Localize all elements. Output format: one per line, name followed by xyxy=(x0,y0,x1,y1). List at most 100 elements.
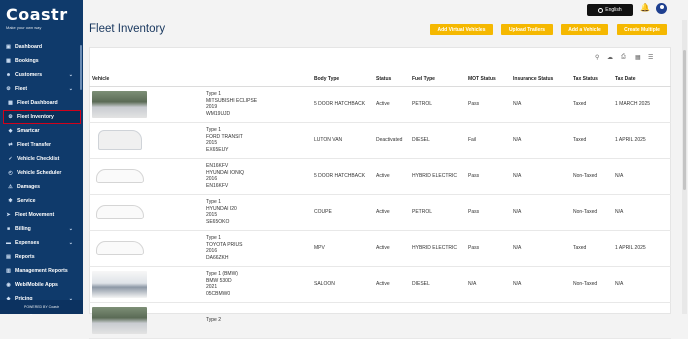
vehicle-detail-line: EX65EUY xyxy=(206,146,229,153)
scheduler-icon: ◴ xyxy=(8,170,13,176)
sidebar-item-customers[interactable]: ☻ Customers ⌄ xyxy=(0,68,83,82)
col-vehicle[interactable]: Vehicle xyxy=(89,72,203,87)
col-body-type[interactable]: Body Type xyxy=(311,72,373,87)
sidebar-item-web-mobile-apps[interactable]: ◉ Web/Mobile Apps xyxy=(0,278,83,292)
fuel-type-cell: PETROL xyxy=(409,194,465,231)
table-row[interactable]: Type 1 MITSUBISHI ECLIPSE 2019 WM19UJD 5 DOO… xyxy=(89,86,671,123)
download-icon[interactable]: ☁ xyxy=(607,54,613,61)
upload-trailers-button[interactable]: Upload Trailers xyxy=(501,24,553,35)
vehicle-details: EN16KFV HYUNDAI IONIQ 2016 EN16KFV xyxy=(203,158,311,195)
scrollbar-thumb[interactable] xyxy=(683,50,686,190)
sidebar-item-fleet-movement[interactable]: ➤ Fleet Movement xyxy=(0,208,83,222)
vehicle-image[interactable] xyxy=(92,270,147,298)
insurance-status-cell: N/A xyxy=(510,230,570,267)
sidebar-scrollbar[interactable] xyxy=(80,45,82,90)
table-row[interactable]: Type 1 HYUNDAI I20 2015 SE65OKO COUPE Active P… xyxy=(89,194,671,231)
status-cell: Active xyxy=(373,158,409,195)
insurance-status-cell: N/A xyxy=(510,86,570,123)
tax-status-cell: Taxed xyxy=(570,86,612,123)
col-status[interactable]: Status xyxy=(373,72,409,87)
page-title: Fleet Inventory xyxy=(89,23,166,35)
table-row[interactable]: Type 2 xyxy=(89,302,671,339)
sidebar-item-bookings[interactable]: ▦ Bookings xyxy=(0,54,83,68)
col-details xyxy=(203,72,311,87)
vehicle-image[interactable] xyxy=(92,198,147,226)
vehicle-details: Type 1 MITSUBISHI ECLIPSE 2019 WM19UJD xyxy=(203,86,311,123)
reports-icon: ▤ xyxy=(6,254,11,260)
sidebar-item-vehicle-scheduler[interactable]: ◴ Vehicle Scheduler xyxy=(0,166,83,180)
table-row[interactable]: EN16KFV HYUNDAI IONIQ 2016 EN16KFV 5 DOOR HA… xyxy=(89,158,671,195)
print-icon[interactable]: ⎙ xyxy=(621,54,626,61)
col-tax-status[interactable]: Tax Status xyxy=(570,72,612,87)
vehicle-image-cell xyxy=(89,158,203,195)
vehicle-image[interactable] xyxy=(92,126,147,154)
vehicle-image[interactable] xyxy=(92,162,147,190)
table-row[interactable]: Type 1 TOYOTA PRIUS 2016 DA66ZKH MPV Active HY… xyxy=(89,230,671,267)
search-icon[interactable]: ⚲ xyxy=(595,54,599,61)
page-scrollbar[interactable] xyxy=(682,20,687,314)
status-cell: Active xyxy=(373,86,409,123)
vehicle-detail-line: WM19UJD xyxy=(206,110,231,117)
sidebar-item-vehicle-checklist[interactable]: ✓ Vehicle Checklist xyxy=(0,152,83,166)
logo[interactable]: Coastr Make your own way xyxy=(0,0,83,38)
table-header-row: Vehicle Body Type Status Fuel Type MOT S… xyxy=(89,72,671,87)
sidebar-item-billing[interactable]: ■ Billing ⌄ xyxy=(0,222,83,236)
insurance-status-cell: N/A xyxy=(510,266,570,303)
vehicle-image-cell xyxy=(89,302,203,339)
table-body: Type 1 MITSUBISHI ECLIPSE 2019 WM19UJD 5 DOO… xyxy=(89,86,671,339)
vehicle-image-cell xyxy=(89,230,203,267)
sidebar-item-management-reports[interactable]: ▥ Management Reports xyxy=(0,264,83,278)
mot-status-cell: Pass xyxy=(465,230,510,267)
tax-status-cell: Taxed xyxy=(570,230,612,267)
vehicle-details: Type 1 FORD TRANSIT 2015 EX65EUY xyxy=(203,122,311,159)
add-virtual-vehicles-button[interactable]: Add Virtual Vehicles xyxy=(430,24,493,35)
vehicle-image[interactable] xyxy=(92,90,147,118)
columns-icon[interactable]: ▦ xyxy=(635,54,641,61)
checklist-icon: ✓ xyxy=(8,156,13,162)
filter-icon[interactable]: ☰ xyxy=(648,54,653,61)
col-mot-status[interactable]: MOT Status xyxy=(465,72,510,87)
calendar-icon: ▦ xyxy=(6,58,11,64)
sidebar-nav: ▣ Dashboard ▦ Bookings ☻ Customers ⌄ ⚙ Fleet ⌄ ▩ Fl… xyxy=(0,40,83,320)
tax-status-cell: Non-Taxed xyxy=(570,266,612,303)
add-vehicle-button[interactable]: Add a Vehicle xyxy=(561,24,608,35)
users-icon: ☻ xyxy=(5,72,12,78)
sidebar-item-service[interactable]: ✱ Service xyxy=(0,194,83,208)
sidebar-item-label: Management Reports xyxy=(15,268,68,274)
table-row[interactable]: Type 1 FORD TRANSIT 2015 EX65EUY LUTON VAN De… xyxy=(89,122,671,159)
sidebar-item-label: Bookings xyxy=(15,58,39,64)
chevron-down-icon: ⌄ xyxy=(68,226,73,232)
sidebar-item-damages[interactable]: ⚠ Damages xyxy=(0,180,83,194)
mot-status-cell: N/A xyxy=(465,266,510,303)
sidebar-item-smartcar[interactable]: ◆ Smartcar xyxy=(0,124,83,138)
col-tax-date[interactable]: Tax Date xyxy=(612,72,671,87)
create-multiple-button[interactable]: Create Multiple xyxy=(617,24,667,35)
sidebar-item-fleet-transfer[interactable]: ⇄ Fleet Transfer xyxy=(0,138,83,152)
vehicle-detail-line: Type 2 xyxy=(206,316,222,323)
sidebar-item-fleet-dashboard[interactable]: ▩ Fleet Dashboard xyxy=(0,96,83,110)
chevron-down-icon: ⌄ xyxy=(68,240,73,246)
user-avatar[interactable] xyxy=(656,3,667,14)
vehicle-details: Type 1 HYUNDAI I20 2015 SE65OKO xyxy=(203,194,311,231)
wrench-icon: ✱ xyxy=(8,198,13,204)
tax-date-cell: N/A xyxy=(612,194,671,231)
sidebar-item-reports[interactable]: ▤ Reports xyxy=(0,250,83,264)
vehicle-details: Type 1 TOYOTA PRIUS 2016 DA66ZKH xyxy=(203,230,311,267)
sidebar-item-label: Fleet Inventory xyxy=(17,114,54,120)
col-insurance-status[interactable]: Insurance Status xyxy=(510,72,570,87)
sidebar-item-fleet[interactable]: ⚙ Fleet ⌄ xyxy=(0,82,83,96)
tax-status-cell: Taxed xyxy=(570,122,612,159)
tax-status-cell: Non-Taxed xyxy=(570,194,612,231)
col-fuel-type[interactable]: Fuel Type xyxy=(409,72,465,87)
vehicle-image[interactable] xyxy=(92,234,147,262)
table-row[interactable]: Type 1 (BMW) BMW 530D 2021 05CBMW0 SALOON Act… xyxy=(89,266,671,303)
globe-icon xyxy=(598,7,604,13)
sidebar-item-fleet-inventory[interactable]: ⚙ Fleet Inventory xyxy=(3,110,81,124)
bell-icon[interactable]: 🔔 xyxy=(640,3,650,12)
insurance-status-cell: N/A xyxy=(510,158,570,195)
vehicle-image[interactable] xyxy=(92,306,147,334)
sidebar-item-expenses[interactable]: ▬ Expenses ⌄ xyxy=(0,236,83,250)
sidebar-item-dashboard[interactable]: ▣ Dashboard xyxy=(0,40,83,54)
language-selector[interactable]: English xyxy=(587,4,633,16)
brand-name: Coastr xyxy=(6,5,68,24)
